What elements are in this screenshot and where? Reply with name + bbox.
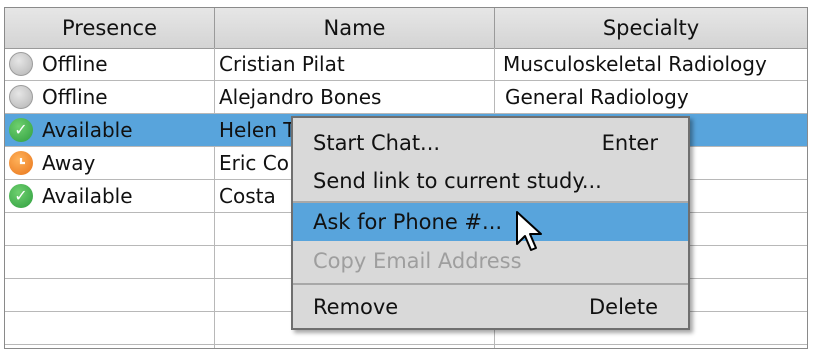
menu-item-remove[interactable]: Remove Delete [293,288,688,326]
column-divider [214,213,215,348]
menu-item-label: Copy Email Address [313,249,522,273]
presence-cell: Offline [5,81,215,113]
presence-label: Available [42,118,133,142]
menu-item-start-chat[interactable]: Start Chat... Enter [293,124,688,162]
offline-status-icon [9,52,33,76]
menu-item-label: Send link to current study... [313,169,602,193]
available-check-icon: ✓ [9,118,33,142]
column-header-name[interactable]: Name [215,8,495,48]
offline-status-icon [9,85,33,109]
presence-cell: Offline [5,48,215,80]
column-header-specialty[interactable]: Specialty [495,8,807,48]
presence-cell: ✓ Available [5,114,215,146]
away-clock-icon [9,151,33,175]
table-row[interactable]: Offline Cristian Pilat Musculoskeletal R… [5,48,807,81]
table-header: Presence Name Specialty [5,8,807,49]
column-header-presence[interactable]: Presence [5,8,215,48]
menu-item-copy-email[interactable]: Copy Email Address [293,242,688,280]
menu-item-label: Start Chat... [313,131,441,155]
menu-item-ask-phone[interactable]: Ask for Phone #... [293,203,688,241]
table-row[interactable]: Offline Alejandro Bones General Radiolog… [5,81,807,114]
menu-item-label: Ask for Phone #... [313,210,503,234]
context-menu: Start Chat... Enter Send link to current… [291,116,690,330]
mouse-pointer-icon [516,211,542,251]
presence-cell: Away [5,147,215,179]
menu-item-shortcut: Delete [589,295,658,319]
name-cell: Cristian Pilat [215,48,495,80]
presence-cell: ✓ Available [5,180,215,212]
presence-label: Offline [42,85,108,109]
menu-item-label: Remove [313,295,399,319]
presence-label: Away [42,151,96,175]
available-check-icon: ✓ [9,184,33,208]
presence-label: Offline [42,52,108,76]
menu-item-shortcut: Enter [601,131,658,155]
presence-label: Available [42,184,133,208]
menu-separator [293,283,688,285]
menu-item-send-link[interactable]: Send link to current study... [293,162,688,200]
specialty-cell: Musculoskeletal Radiology [503,52,767,76]
name-cell: Alejandro Bones [215,81,495,113]
specialty-cell: General Radiology [505,85,689,109]
